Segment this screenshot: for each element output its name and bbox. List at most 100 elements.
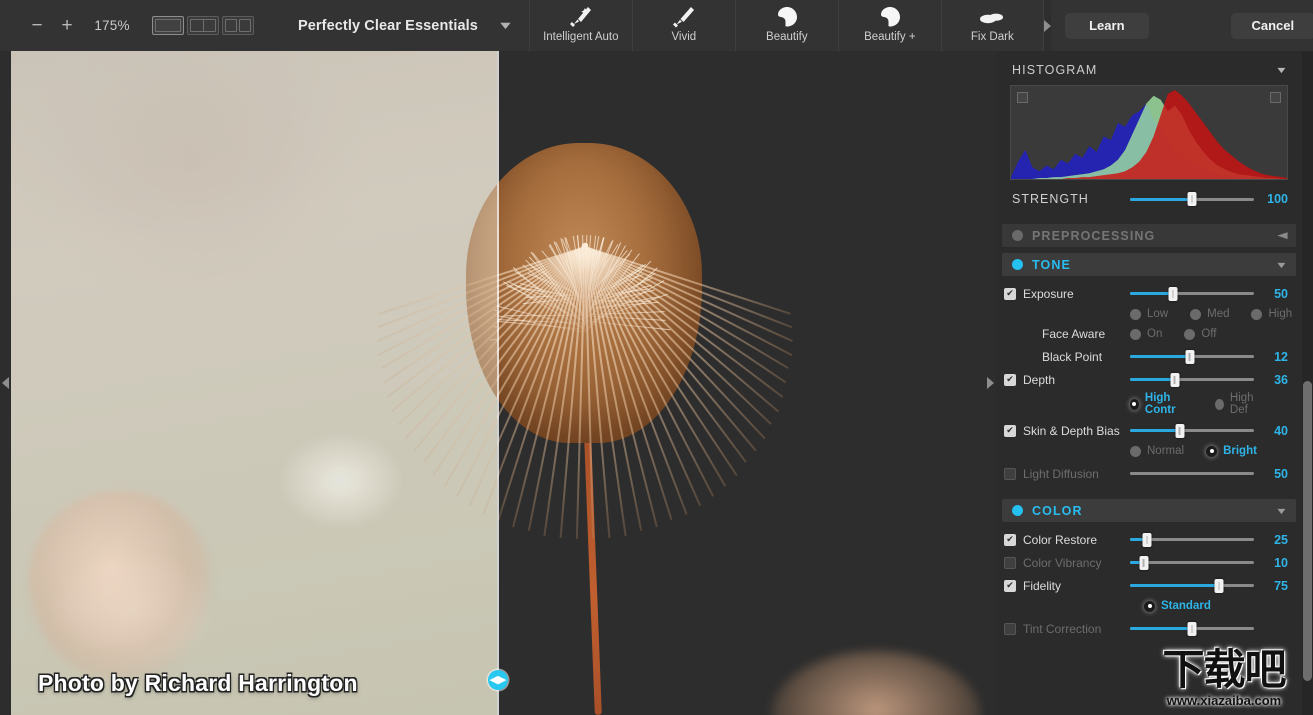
slider-knob[interactable] (1185, 350, 1194, 364)
slider-knob[interactable] (1143, 533, 1152, 547)
slider-fill (1130, 584, 1219, 587)
slider-exposure[interactable] (1130, 287, 1254, 301)
section-toggle-dot[interactable] (1012, 259, 1023, 270)
radio-bright[interactable]: Bright (1206, 445, 1257, 457)
section-header-tone[interactable]: TONE ▼ (1002, 253, 1296, 276)
preset-beautify[interactable]: Beautify (735, 0, 838, 51)
preset-fix-dark[interactable]: Fix Dark (941, 0, 1044, 51)
cancel-button[interactable]: Cancel (1231, 13, 1313, 39)
chevron-down-icon[interactable]: ▼ (1275, 65, 1288, 75)
radio-normal[interactable]: Normal (1130, 445, 1184, 457)
slider-knob[interactable] (1139, 556, 1148, 570)
panel-scrollbar[interactable] (1302, 51, 1313, 715)
triangle-right-icon[interactable] (1044, 0, 1051, 51)
split-compare-icon[interactable]: ◀▶ (488, 670, 508, 690)
histogram-header[interactable]: HISTOGRAM ▼ (996, 51, 1302, 85)
preset-intelligent-auto[interactable]: Intelligent Auto (529, 0, 632, 51)
triangle-left-icon[interactable] (0, 51, 11, 715)
zoom-in-icon[interactable]: + (52, 11, 82, 41)
radio-dot[interactable] (1206, 446, 1217, 457)
zoom-out-icon[interactable]: − (22, 11, 52, 41)
section-header-preprocessing[interactable]: PREPROCESSING ◀ (1002, 224, 1296, 247)
scrollbar-thumb[interactable] (1303, 381, 1312, 681)
preset-beautify-plus[interactable]: Beautify + (838, 0, 941, 51)
checkbox-depth[interactable]: ✔ (1004, 374, 1016, 386)
section-toggle-dot[interactable] (1012, 505, 1023, 516)
slider-skin-depth-bias[interactable] (1130, 424, 1254, 438)
slider-knob[interactable] (1170, 373, 1179, 387)
radio-dot[interactable] (1130, 309, 1141, 320)
histogram-title: HISTOGRAM (1012, 63, 1097, 77)
label-color-vibrancy: Color Vibrancy (1023, 556, 1130, 570)
slider-light-diffusion[interactable] (1130, 467, 1254, 481)
slider-color-restore[interactable] (1130, 533, 1254, 547)
learn-button[interactable]: Learn (1065, 13, 1149, 39)
radio-label: On (1147, 328, 1162, 340)
section-header-color[interactable]: COLOR ▼ (1002, 499, 1296, 522)
chevron-down-icon[interactable]: ▼ (497, 20, 514, 32)
slider-knob[interactable] (1188, 192, 1197, 206)
histogram-white-handle[interactable] (1270, 92, 1281, 103)
view-mode-single[interactable] (152, 16, 184, 35)
slider-black-point[interactable] (1130, 350, 1254, 364)
toolbar-left-group: − + 175% Perfectly Clear Essentials ▼ (0, 0, 511, 51)
radio-dot[interactable] (1251, 309, 1262, 320)
preset-vivid[interactable]: Vivid (632, 0, 735, 51)
slider-knob[interactable] (1215, 579, 1224, 593)
radio-off[interactable]: Off (1184, 328, 1216, 340)
slider-knob[interactable] (1188, 622, 1197, 636)
radio-dot[interactable] (1190, 309, 1201, 320)
radio-on[interactable]: On (1130, 328, 1162, 340)
triangle-right-icon[interactable] (985, 51, 996, 715)
photo-compare-view[interactable]: ◀▶ Photo by Richard Harrington (11, 51, 985, 715)
radio-high[interactable]: High (1251, 308, 1292, 320)
slider-tint-correction[interactable] (1130, 622, 1254, 636)
radio-dot[interactable] (1130, 399, 1139, 410)
radio-standard[interactable]: Standard (1144, 600, 1211, 612)
checkbox-exposure[interactable]: ✔ (1004, 288, 1016, 300)
label-skin-depth-bias: Skin & Depth Bias (1023, 424, 1130, 438)
checkbox-color-restore[interactable]: ✔ (1004, 534, 1016, 546)
strength-slider[interactable] (1130, 192, 1254, 206)
radio-low[interactable]: Low (1130, 308, 1168, 320)
image-canvas[interactable]: ◀▶ Photo by Richard Harrington (0, 51, 996, 715)
histogram-black-handle[interactable] (1017, 92, 1028, 103)
checkbox-fidelity[interactable]: ✔ (1004, 580, 1016, 592)
flower-head (497, 143, 702, 443)
checkbox-skin-depth-bias[interactable]: ✔ (1004, 425, 1016, 437)
checkbox-color-vibrancy[interactable] (1004, 557, 1016, 569)
view-mode-side-by-side[interactable] (222, 16, 254, 35)
slider-fill (1130, 627, 1192, 630)
slider-color-vibrancy[interactable] (1130, 556, 1254, 570)
radio-label: Low (1147, 308, 1168, 320)
radio-med[interactable]: Med (1190, 308, 1229, 320)
slider-knob[interactable] (1169, 287, 1178, 301)
radio-label: High Def (1230, 392, 1266, 416)
triangle-left-icon[interactable]: ◀ (1277, 230, 1287, 241)
section-body-tone: ✔ Exposure 50 Low Med High Face Aware On Off Blac… (996, 276, 1302, 493)
radio-group-exposure-level: Low Med High (1130, 308, 1313, 320)
view-mode-group (152, 16, 254, 35)
section-toggle-dot[interactable] (1012, 230, 1023, 241)
radio-dot[interactable] (1215, 399, 1224, 410)
radio-dot[interactable] (1130, 329, 1141, 340)
value-black-point: 12 (1254, 350, 1288, 364)
slider-fill-dim (1130, 472, 1190, 475)
view-mode-split-vertical[interactable] (187, 16, 219, 35)
radio-high-contr[interactable]: High Contr (1130, 392, 1193, 416)
radio-dot[interactable] (1184, 329, 1195, 340)
radio-dot[interactable] (1144, 601, 1155, 612)
checkbox-tint-correction[interactable] (1004, 623, 1016, 635)
radio-high-def[interactable]: High Def (1215, 392, 1266, 416)
preset-label: Beautify + (864, 31, 915, 43)
chevron-down-icon[interactable]: ▼ (1275, 506, 1288, 516)
checkbox-light-diffusion[interactable] (1004, 468, 1016, 480)
strength-label: STRENGTH (1012, 192, 1130, 206)
slider-depth[interactable] (1130, 373, 1254, 387)
slider-fidelity[interactable] (1130, 579, 1254, 593)
preset-label: Beautify (766, 31, 808, 43)
chevron-down-icon[interactable]: ▼ (1275, 260, 1288, 270)
radio-dot[interactable] (1130, 446, 1141, 457)
slider-knob[interactable] (1175, 424, 1184, 438)
photo-before-half (11, 51, 497, 715)
